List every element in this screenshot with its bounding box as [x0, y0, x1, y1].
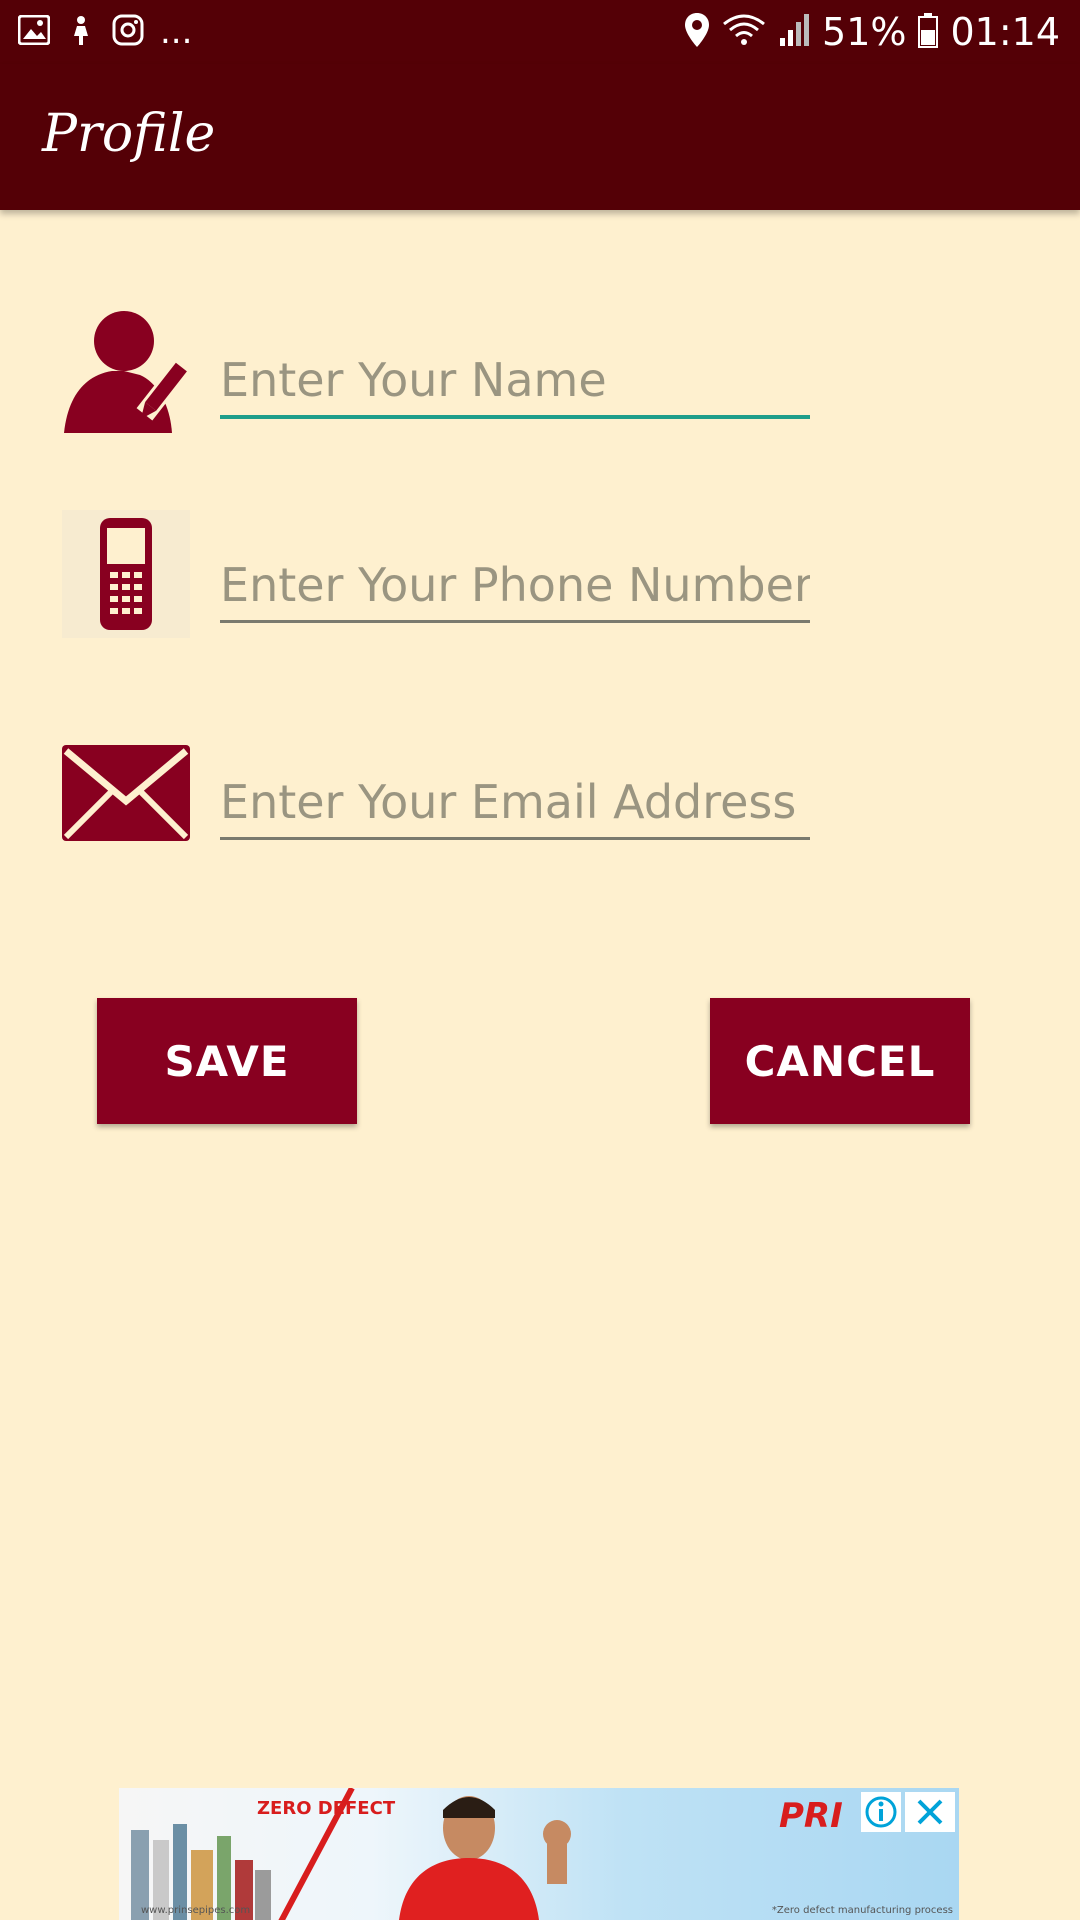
- envelope-icon: [62, 745, 190, 845]
- name-input[interactable]: [220, 345, 810, 415]
- battery-icon: [918, 12, 939, 52]
- ad-disclaimer-text: *Zero defect manufacturing process: [771, 1905, 953, 1916]
- touch-icon: [66, 14, 96, 50]
- battery-percent: 51%: [822, 10, 907, 54]
- adchoices-info-icon[interactable]: [861, 1792, 901, 1832]
- user-edit-icon: [62, 305, 192, 433]
- more-notifications-indicator: ...: [160, 12, 193, 52]
- wifi-icon: [722, 12, 766, 52]
- app-bar: Profile: [0, 64, 1080, 210]
- location-icon: [684, 12, 710, 52]
- cancel-button[interactable]: CANCEL: [710, 998, 970, 1124]
- instagram-icon: [112, 14, 144, 50]
- name-field[interactable]: [220, 345, 810, 419]
- signal-icon: [778, 12, 810, 52]
- status-bar-notifications: ...: [17, 12, 193, 52]
- clock: 01:14: [950, 10, 1060, 54]
- ad-banner[interactable]: ZERO DEFECT PRI www.prinsepipes.com *Zer…: [119, 1788, 959, 1920]
- email-input[interactable]: [220, 767, 810, 837]
- save-button[interactable]: SAVE: [97, 998, 357, 1124]
- ad-person-image: [339, 1788, 599, 1920]
- email-field[interactable]: [220, 767, 810, 840]
- status-bar-system: 51% 01:14: [684, 10, 1060, 54]
- ad-website-text: www.prinsepipes.com: [141, 1905, 251, 1916]
- close-icon[interactable]: [905, 1792, 955, 1832]
- phone-field[interactable]: [220, 550, 810, 623]
- ad-product-image: [127, 1810, 277, 1920]
- image-icon: [17, 14, 51, 49]
- phone-input[interactable]: [220, 550, 810, 620]
- page-title: Profile: [42, 104, 216, 164]
- ad-brand-text: PRI: [779, 1796, 843, 1836]
- phone-icon: [62, 510, 190, 638]
- status-bar: ... 51% 01:14: [0, 0, 1080, 64]
